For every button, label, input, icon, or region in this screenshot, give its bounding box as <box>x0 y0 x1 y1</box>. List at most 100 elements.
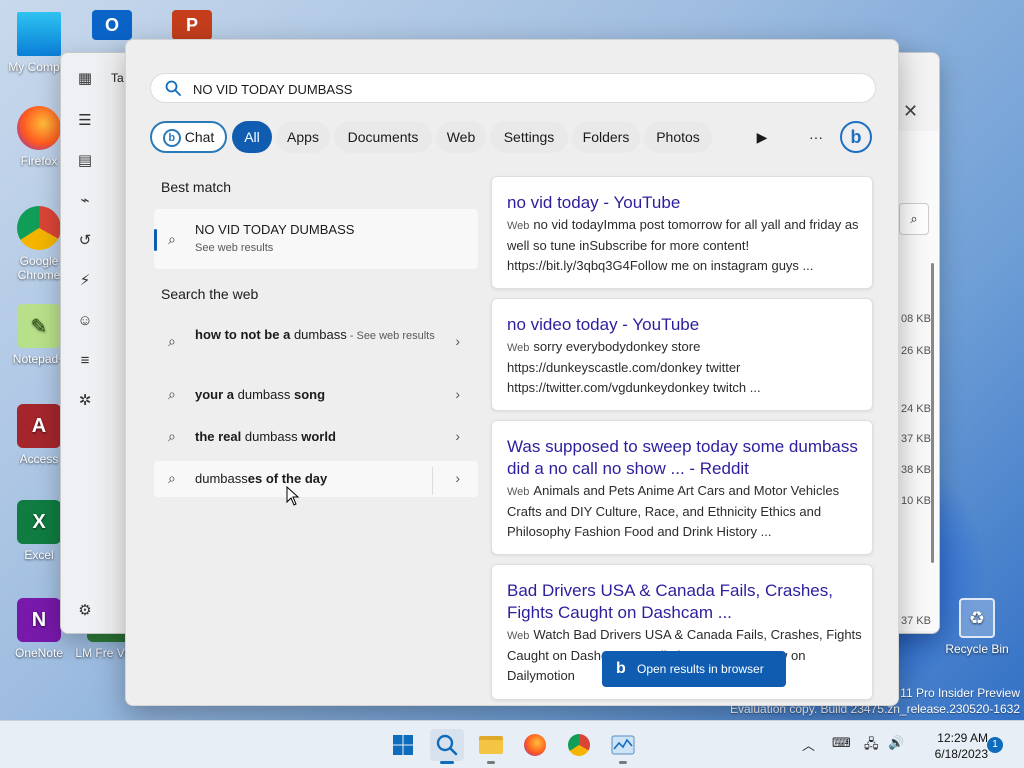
result-source: Web <box>507 342 530 354</box>
bing-icon: b <box>616 660 626 677</box>
active-indicator <box>440 761 454 764</box>
start-button[interactable] <box>386 729 420 761</box>
size-value: 38 KB <box>901 464 931 476</box>
filter-photos[interactable]: Photos <box>644 121 712 153</box>
windows-logo-icon <box>393 735 413 755</box>
result-title[interactable]: no video today - YouTube <box>507 314 862 336</box>
startup-icon[interactable]: ⚡ <box>75 271 95 291</box>
suggestion-bold: how to not be a <box>195 327 291 342</box>
close-icon[interactable]: ✕ <box>903 101 918 122</box>
users-icon[interactable]: ☺ <box>75 311 95 331</box>
result-title[interactable]: Bad Drivers USA & Canada Fails, Crashes,… <box>507 580 862 624</box>
volume-icon[interactable]: 🔊 <box>888 735 904 751</box>
size-value: 24 KB <box>901 403 931 415</box>
taskbar-firefox[interactable] <box>518 729 552 761</box>
suggestion-hint: - See web results <box>346 330 435 342</box>
history-icon[interactable]: ↺ <box>75 231 95 251</box>
web-suggestion[interactable]: ⌕ dumbasses of the day › <box>154 461 478 497</box>
network-icon[interactable]: 🖧 <box>864 735 879 757</box>
filter-settings[interactable]: Settings <box>490 121 568 153</box>
search-flyout: bChat All Apps Documents Web Settings Fo… <box>125 39 899 706</box>
best-match-subtitle: See web results <box>195 242 274 254</box>
open-results-in-browser-button[interactable]: b Open results in browser <box>602 651 786 687</box>
chevron-right-icon: › <box>455 386 460 402</box>
web-result-card[interactable]: Was supposed to sweep today some dumbass… <box>491 420 873 555</box>
excel-icon: X <box>17 500 61 544</box>
filter-chat-label: Chat <box>184 129 215 145</box>
search-icon <box>436 734 458 756</box>
settings-gear-icon[interactable]: ⚙ <box>75 601 95 621</box>
web-result-card[interactable]: no video today - YouTube Web sorry everyb… <box>491 298 873 411</box>
chrome-icon <box>568 734 590 756</box>
running-indicator <box>487 761 495 764</box>
search-input[interactable] <box>193 79 853 99</box>
selection-indicator <box>154 229 157 251</box>
best-match-item[interactable]: ⌕ NO VID TODAY DUMBASS See web results <box>154 209 478 269</box>
suggestion-text: dumbass <box>241 429 302 444</box>
result-title[interactable]: no vid today - YouTube <box>507 192 862 214</box>
desktop-icon-recycle-bin[interactable]: ♻ Recycle Bin <box>942 598 1012 656</box>
divider <box>432 467 433 495</box>
taskbar-file-explorer[interactable] <box>474 729 508 764</box>
chevron-right-icon: › <box>455 428 460 444</box>
outlook-icon[interactable]: O <box>92 10 132 40</box>
taskbar-search-button[interactable] <box>430 729 464 764</box>
details-icon[interactable]: ≡ <box>75 351 95 371</box>
more-options-icon[interactable]: ··· <box>801 121 831 153</box>
result-snippet: Web no vid todayImma post tomorrow for al… <box>507 215 862 276</box>
show-hidden-icons-chevron-up-icon[interactable]: ︿ <box>802 735 815 754</box>
web-suggestion[interactable]: ⌕ your a dumbass song › <box>154 378 478 412</box>
hamburger-icon[interactable]: ☰ <box>75 111 95 131</box>
bing-chat-icon[interactable]: b <box>840 121 872 153</box>
processes-icon[interactable]: ▤ <box>75 151 95 171</box>
keyboard-icon[interactable]: ⌨ <box>832 735 851 751</box>
filter-all[interactable]: All <box>232 121 272 153</box>
taskbar-task-manager[interactable] <box>606 729 640 764</box>
notepad-icon: ✎ <box>17 304 61 348</box>
filter-folders[interactable]: Folders <box>572 121 640 153</box>
folder-icon <box>479 736 503 754</box>
desktop-icon-label: OneNote <box>14 646 64 660</box>
web-result-card[interactable]: no vid today - YouTube Web no vid todayIm… <box>491 176 873 289</box>
search-icon[interactable]: ⌕ <box>899 203 929 235</box>
suggestion-bold: world <box>301 429 336 444</box>
result-title[interactable]: Was supposed to sweep today some dumbass… <box>507 436 862 480</box>
filter-web[interactable]: Web <box>436 121 486 153</box>
result-snippet: Web Animals and Pets Anime Art Cars and M… <box>507 481 862 542</box>
task-manager-nav-rail: ▦ ☰ ▤ ⌁ ↺ ⚡ ☺ ≡ ✲ ⚙ <box>61 53 109 633</box>
onenote-icon: N <box>17 598 61 642</box>
powerpoint-icon[interactable]: P <box>172 10 212 40</box>
scrollbar[interactable] <box>931 263 934 563</box>
app-logo-icon: ▦ <box>77 70 93 87</box>
search-box[interactable] <box>150 73 876 103</box>
recycle-bin-icon: ♻ <box>959 598 995 638</box>
mouse-cursor-icon <box>286 486 300 506</box>
notification-badge[interactable]: 1 <box>987 737 1003 753</box>
chevron-right-icon[interactable]: › <box>455 470 460 486</box>
web-suggestion[interactable]: ⌕ the real dumbass world › <box>154 420 478 454</box>
chevron-right-icon: › <box>455 333 460 349</box>
open-results-label: Open results in browser <box>637 662 764 676</box>
result-source: Web <box>507 486 530 498</box>
clock-time: 12:29 AM <box>937 731 988 745</box>
filter-chat[interactable]: b Chat <box>150 121 227 153</box>
size-value: 37 KB <box>901 433 931 445</box>
filter-documents[interactable]: Documents <box>334 121 432 153</box>
chrome-icon <box>17 206 61 250</box>
taskbar-chrome[interactable] <box>562 729 596 761</box>
web-suggestion[interactable]: ⌕ how to not be a dumbass - See web resu… <box>154 320 478 366</box>
recycle-bin-label: Recycle Bin <box>945 642 1009 656</box>
services-icon[interactable]: ✲ <box>75 391 95 411</box>
search-icon: ⌕ <box>168 470 176 486</box>
system-clock[interactable]: 12:29 AM 6/18/2023 <box>912 730 988 762</box>
monitor-icon <box>17 12 61 56</box>
performance-icon[interactable]: ⌁ <box>75 191 95 211</box>
suggestion-bold: song <box>294 387 326 402</box>
filter-bar: b Chat All Apps Documents Web Settings Fo… <box>150 121 880 153</box>
suggestion-text: dumbass <box>290 327 347 342</box>
play-icon[interactable]: ▶ <box>747 121 777 153</box>
taskbar: ︿ ⌨ 🖧 🔊 12:29 AM 6/18/2023 1 <box>0 720 1024 768</box>
filter-apps[interactable]: Apps <box>276 121 330 153</box>
firefox-icon <box>524 734 546 756</box>
size-value: 37 KB <box>901 615 931 627</box>
